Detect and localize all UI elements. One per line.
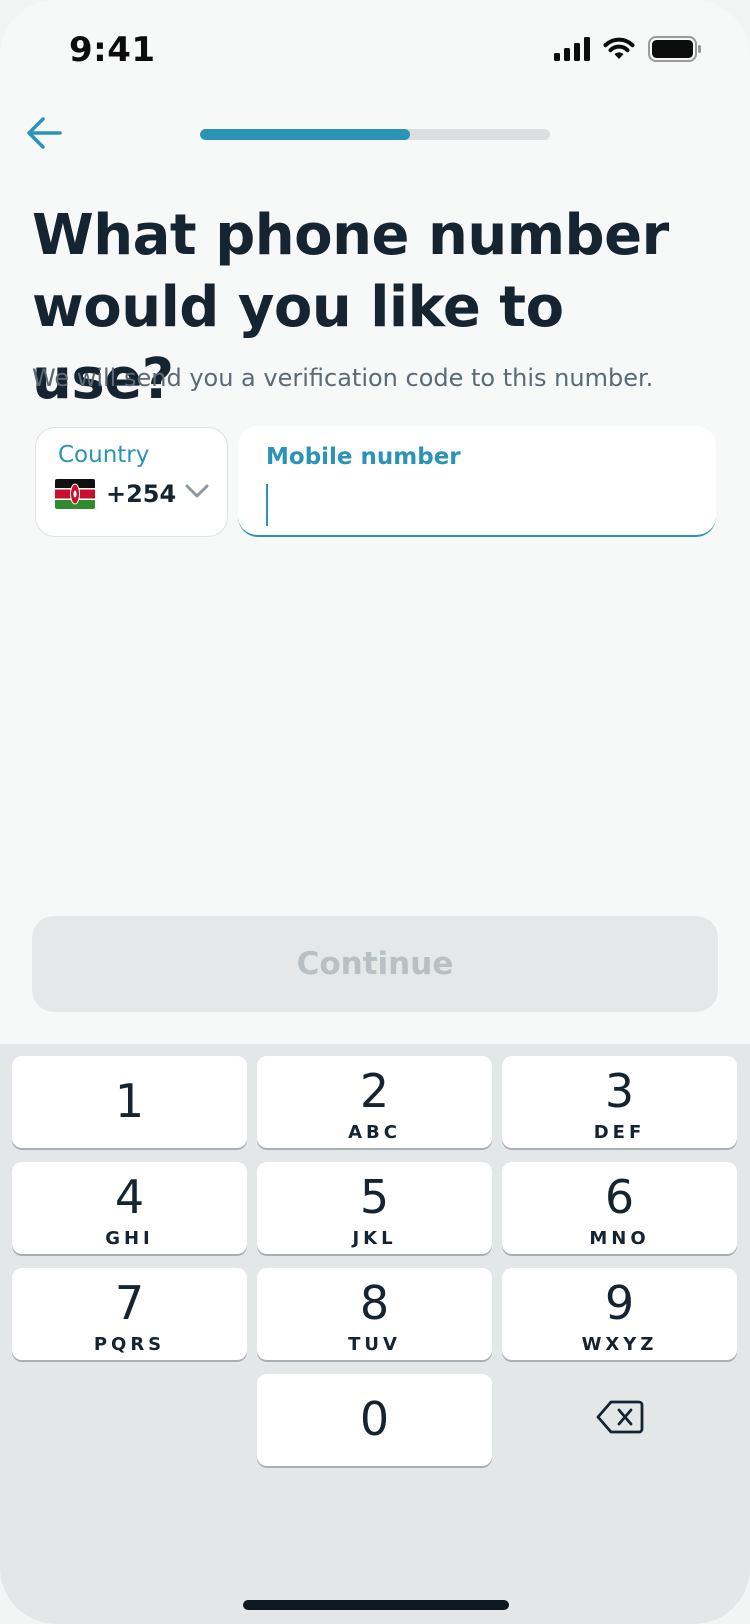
phone-screen: 9:41 What phone number would you like to… <box>0 0 750 1624</box>
backspace-icon <box>596 1400 643 1434</box>
key-7[interactable]: 7 PQRS <box>12 1268 247 1360</box>
key-digit: 8 <box>359 1276 390 1330</box>
key-digit: 4 <box>114 1170 145 1224</box>
continue-button[interactable]: Continue <box>32 916 718 1012</box>
progress-bar-fill <box>200 129 410 140</box>
key-letters: MNO <box>589 1228 650 1249</box>
mobile-number-input[interactable] <box>266 482 686 526</box>
key-letters: JKL <box>352 1228 397 1249</box>
dial-code: +254 <box>106 480 177 508</box>
cellular-signal-icon <box>554 37 590 61</box>
wifi-icon <box>603 37 635 59</box>
key-letters: PQRS <box>93 1334 166 1355</box>
key-0[interactable]: 0 <box>257 1374 492 1466</box>
key-6[interactable]: 6 MNO <box>502 1162 737 1254</box>
key-digit: 0 <box>359 1392 390 1446</box>
key-digit: 2 <box>359 1064 390 1118</box>
back-button[interactable] <box>22 110 68 156</box>
chevron-down-icon <box>185 484 209 498</box>
key-8[interactable]: 8 TUV <box>257 1268 492 1360</box>
key-digit: 9 <box>604 1276 635 1330</box>
key-letters: ABC <box>348 1122 401 1143</box>
key-digit: 6 <box>604 1170 635 1224</box>
mobile-number-field[interactable]: Mobile number <box>238 426 716 537</box>
country-label: Country <box>58 442 150 468</box>
key-letters: GHI <box>105 1228 154 1249</box>
key-digit: 3 <box>604 1064 635 1118</box>
key-letters: WXYZ <box>581 1334 658 1355</box>
status-time: 9:41 <box>69 30 156 70</box>
key-2[interactable]: 2 ABC <box>257 1056 492 1148</box>
key-5[interactable]: 5 JKL <box>257 1162 492 1254</box>
key-3[interactable]: 3 DEF <box>502 1056 737 1148</box>
key-1[interactable]: 1 <box>12 1056 247 1148</box>
country-selector[interactable]: Country +254 <box>35 427 228 537</box>
key-digit: 5 <box>359 1170 390 1224</box>
key-digit: 1 <box>114 1074 145 1128</box>
progress-bar <box>200 129 550 140</box>
page-subtitle: We will send you a verification code to … <box>32 364 654 392</box>
home-indicator <box>243 1600 509 1610</box>
key-digit: 7 <box>114 1276 145 1330</box>
mobile-number-label: Mobile number <box>266 444 461 470</box>
key-letters: TUV <box>348 1334 401 1355</box>
battery-icon <box>648 36 701 62</box>
numeric-keypad: 1 2 ABC 3 DEF 4 GHI 5 JKL 6 MNO 7 PQRS 8… <box>0 1044 750 1624</box>
key-4[interactable]: 4 GHI <box>12 1162 247 1254</box>
key-letters: DEF <box>593 1122 646 1143</box>
key-9[interactable]: 9 WXYZ <box>502 1268 737 1360</box>
kenya-flag-icon <box>55 479 95 509</box>
arrow-left-icon <box>27 117 62 149</box>
backspace-button[interactable] <box>502 1371 737 1463</box>
status-icons <box>554 36 702 62</box>
